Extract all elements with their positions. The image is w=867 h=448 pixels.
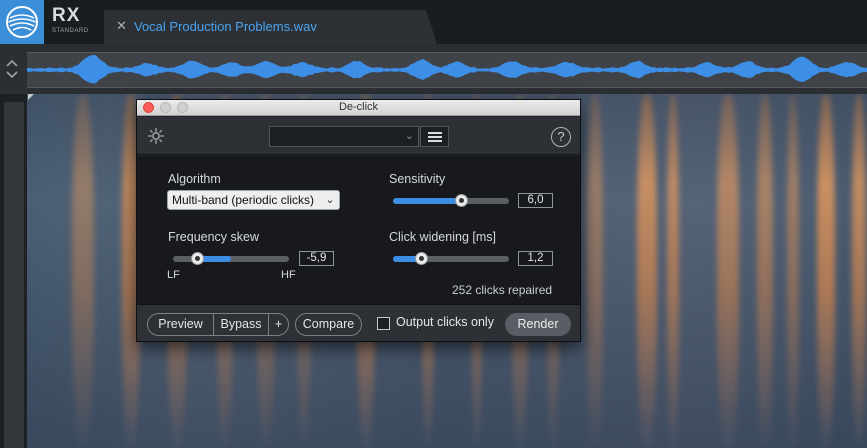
hamburger-icon [428, 132, 442, 134]
click-widening-value[interactable]: 1,2 [518, 251, 553, 266]
spectral-burst [817, 94, 835, 448]
click-widening-slider[interactable] [393, 252, 509, 265]
tab-close-icon[interactable]: ✕ [116, 18, 127, 34]
frequency-skew-label: Frequency skew [168, 230, 260, 244]
spectral-burst [757, 94, 773, 448]
preview-button[interactable]: Preview [147, 313, 214, 336]
preset-menu-button[interactable] [420, 126, 449, 147]
algorithm-dropdown[interactable]: Multi-band (periodic clicks) ⌄ [167, 190, 340, 210]
spectral-burst [852, 94, 866, 448]
app-logo[interactable] [0, 0, 44, 44]
spectral-burst [587, 94, 603, 448]
tab-title: Vocal Production Problems.wav [134, 19, 317, 34]
dialog-title: De-click [338, 101, 379, 113]
brand: RX STANDARD [52, 5, 89, 35]
app-edition: STANDARD [52, 28, 89, 34]
dialog-body: Algorithm Multi-band (periodic clicks) ⌄… [137, 156, 580, 304]
algorithm-value: Multi-band (periodic clicks) [172, 193, 315, 207]
waveform-shape [27, 55, 867, 84]
chevron-down-icon: ⌄ [321, 191, 339, 209]
bypass-button[interactable]: Bypass [213, 313, 269, 336]
expand-collapse-icon[interactable] [5, 58, 19, 83]
declick-dialog: De-click ⌄ ? Algorithm Multi-band (perio… [136, 99, 581, 342]
clicks-repaired-status: 252 clicks repaired [452, 283, 553, 297]
spectral-burst [787, 94, 799, 448]
compare-button[interactable]: Compare [295, 313, 362, 336]
bypass-add-button[interactable]: + [268, 313, 289, 336]
chevron-down-icon: ⌄ [404, 130, 414, 142]
overview-strip[interactable] [27, 52, 867, 88]
waveform-overview[interactable] [0, 44, 867, 94]
frequency-skew-lf-label: LF [167, 269, 180, 281]
sensitivity-slider[interactable] [393, 194, 509, 207]
dialog-titlebar[interactable]: De-click [137, 100, 580, 116]
dialog-header: ⌄ ? [137, 117, 580, 155]
click-widening-knob[interactable] [414, 252, 428, 265]
sensitivity-knob[interactable] [455, 194, 469, 207]
rx-logo-icon [6, 6, 38, 38]
playhead-marker[interactable] [28, 94, 34, 100]
algorithm-label: Algorithm [168, 172, 221, 186]
file-tab[interactable]: ✕ Vocal Production Problems.wav [104, 10, 437, 44]
sensitivity-label: Sensitivity [389, 172, 446, 186]
help-button[interactable]: ? [551, 127, 571, 147]
click-widening-label: Click widening [ms] [389, 230, 496, 244]
spectral-burst [72, 94, 94, 448]
frequency-skew-knob[interactable] [191, 252, 205, 265]
frequency-skew-value[interactable]: -5,9 [299, 251, 334, 266]
preset-dropdown[interactable]: ⌄ [269, 126, 419, 147]
spectral-burst [637, 94, 657, 448]
sensitivity-fill [393, 198, 462, 204]
frequency-skew-slider[interactable] [173, 252, 289, 265]
render-button[interactable]: Render [505, 313, 571, 336]
frequency-skew-hf-label: HF [281, 269, 296, 281]
app-name: RX [52, 5, 81, 26]
chevron-up-down-icon [6, 59, 18, 79]
output-clicks-only-checkbox[interactable] [377, 317, 390, 330]
spectral-burst [667, 94, 679, 448]
frequency-ruler [0, 94, 27, 448]
dialog-footer: Preview Bypass + Compare Output clicks o… [137, 304, 580, 341]
module-sparkle-icon[interactable] [147, 127, 165, 150]
top-bar: RX STANDARD ✕ Vocal Production Problems.… [0, 0, 867, 44]
spectral-burst [717, 94, 739, 448]
sensitivity-value[interactable]: 6,0 [518, 193, 553, 208]
overview-waveform [27, 55, 867, 84]
output-clicks-only-label[interactable]: Output clicks only [396, 315, 494, 329]
